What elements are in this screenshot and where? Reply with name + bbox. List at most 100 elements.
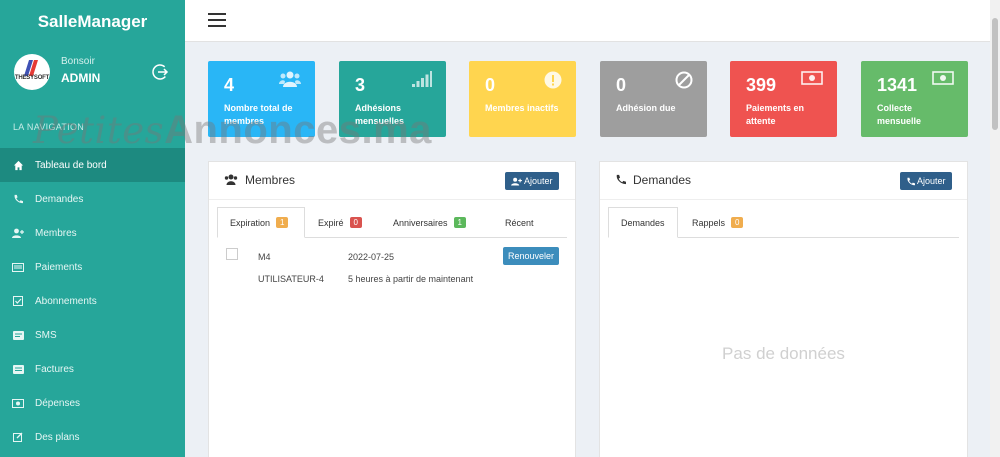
brand-logo-icon	[24, 60, 38, 76]
sidebar-item-label: Demandes	[35, 193, 84, 205]
users-icon	[279, 71, 301, 87]
sms-icon	[12, 329, 24, 341]
edit-icon	[12, 431, 24, 443]
panel-header: Membres Ajouter	[209, 162, 575, 200]
stat-value: 0	[616, 75, 627, 95]
sidebar-item-label: Paiements	[35, 261, 83, 273]
user-plus-icon	[12, 227, 24, 239]
users-icon	[224, 174, 238, 185]
tab-recent[interactable]: Récent	[493, 207, 546, 238]
count-badge: 1	[453, 217, 466, 228]
sidebar-item-label: Factures	[35, 363, 74, 375]
stat-pending-payments[interactable]: 399 Paiements en attente	[730, 61, 837, 137]
tab-label: Demandes	[621, 217, 665, 228]
stat-value: 4	[224, 75, 235, 95]
stat-inactive-members[interactable]: 0 Membres inactifs	[469, 61, 576, 137]
avatar-brand: THESYSOFT	[14, 75, 50, 81]
tab-expired[interactable]: Expiré 0	[306, 207, 374, 238]
sidebar-item-requests[interactable]: Demandes	[0, 182, 185, 216]
member-relative-time: 5 heures à partir de maintenant	[348, 274, 474, 284]
watermark-part2: Annonces.ma	[164, 108, 432, 152]
stat-membership-due[interactable]: 0 Adhésion due	[600, 61, 707, 137]
greeting: Bonsoir	[61, 56, 95, 67]
stat-value: 399	[746, 75, 777, 95]
sidebar-item-label: Abonnements	[35, 295, 97, 307]
stat-label: Paiements en attente	[746, 103, 805, 126]
stat-value: 1341	[877, 75, 918, 95]
empty-state: Pas de données	[722, 344, 845, 363]
button-label: Ajouter	[917, 176, 946, 186]
phone-icon	[616, 174, 626, 185]
page-scrollbar[interactable]	[990, 0, 1000, 457]
sidebar-item-invoices[interactable]: Factures	[0, 352, 185, 386]
sidebar-item-label: Tableau de bord	[35, 159, 107, 171]
add-member-button[interactable]: Ajouter	[505, 172, 559, 190]
sidebar-item-label: Dépenses	[35, 397, 81, 409]
home-icon	[12, 159, 24, 171]
phone-icon	[12, 193, 24, 205]
cash-icon	[801, 71, 823, 85]
panel-header: Demandes Ajouter	[600, 162, 967, 200]
member-code: M4	[258, 252, 271, 262]
expense-icon	[12, 397, 24, 409]
scrollbar-thumb[interactable]	[992, 18, 998, 130]
requests-panel: Demandes Ajouter Demandes Rappels 0 Pas …	[599, 161, 968, 457]
sidebar-item-members[interactable]: Membres	[0, 216, 185, 250]
row-checkbox[interactable]	[226, 248, 238, 260]
user-name: ADMIN	[61, 71, 101, 85]
count-badge: 1	[276, 217, 289, 228]
members-tabs: Expiration 1 Expiré 0 Anniversaires 1 Ré…	[217, 207, 567, 238]
panel-title: Membres	[245, 173, 296, 187]
renew-button[interactable]: Renouveler	[503, 247, 560, 265]
user-panel: THESYSOFT Bonsoir ADMIN	[0, 50, 185, 112]
app-title[interactable]: SalleManager	[0, 0, 185, 44]
sidebar-menu: Tableau de bord Demandes Membres Paiemen…	[0, 148, 185, 454]
tab-requests[interactable]: Demandes	[608, 207, 678, 238]
count-badge: 0	[349, 217, 362, 228]
signal-icon	[412, 71, 432, 87]
tab-label: Expiration	[230, 217, 271, 228]
add-request-button[interactable]: Ajouter	[900, 172, 952, 190]
stat-label: Adhésion due	[616, 103, 676, 113]
user-plus-icon	[511, 177, 522, 186]
invoice-icon	[12, 363, 24, 375]
tab-reminders[interactable]: Rappels 0	[680, 207, 755, 238]
member-user: UTILISATEUR-4	[258, 274, 324, 284]
stat-value: 0	[485, 75, 496, 95]
requests-tabs: Demandes Rappels 0	[608, 207, 959, 238]
stat-label: Membres inactifs	[485, 103, 559, 113]
tab-label: Expiré	[318, 217, 344, 228]
avatar: THESYSOFT	[14, 54, 50, 90]
count-badge: 0	[731, 217, 744, 228]
stat-label: Collecte mensuelle	[877, 103, 922, 126]
sidebar-item-subscriptions[interactable]: Abonnements	[0, 284, 185, 318]
cash-icon	[932, 71, 954, 85]
logout-icon[interactable]	[151, 63, 169, 81]
members-panel: Membres Ajouter Expiration 1 Expiré 0 An…	[208, 161, 576, 457]
member-date: 2022-07-25	[348, 252, 395, 262]
sidebar-item-dashboard[interactable]: Tableau de bord	[0, 148, 185, 182]
money-icon	[12, 261, 24, 273]
sidebar-item-sms[interactable]: SMS	[0, 318, 185, 352]
sidebar: SalleManager THESYSOFT Bonsoir ADMIN LA …	[0, 0, 185, 457]
sidebar-item-label: SMS	[35, 329, 57, 341]
panel-title: Demandes	[633, 173, 692, 187]
stat-value: 3	[355, 75, 366, 95]
sidebar-item-plans[interactable]: Des plans	[0, 420, 185, 454]
ban-icon	[675, 71, 693, 89]
phone-icon	[907, 177, 915, 185]
tab-label: Récent	[505, 217, 534, 228]
tab-label: Rappels	[692, 217, 726, 228]
sidebar-item-label: Membres	[35, 227, 77, 239]
stat-monthly-collection[interactable]: 1341 Collecte mensuelle	[861, 61, 968, 137]
sidebar-item-payments[interactable]: Paiements	[0, 250, 185, 284]
menu-toggle-icon[interactable]	[208, 13, 226, 27]
check-square-icon	[12, 295, 24, 307]
tab-expiration[interactable]: Expiration 1	[217, 207, 305, 238]
sidebar-item-label: Des plans	[35, 431, 80, 443]
watermark-part1: Petites	[33, 109, 165, 152]
tab-birthdays[interactable]: Anniversaires 1	[381, 207, 478, 238]
exclamation-icon	[544, 71, 562, 89]
sidebar-item-expenses[interactable]: Dépenses	[0, 386, 185, 420]
top-navbar	[185, 0, 990, 42]
